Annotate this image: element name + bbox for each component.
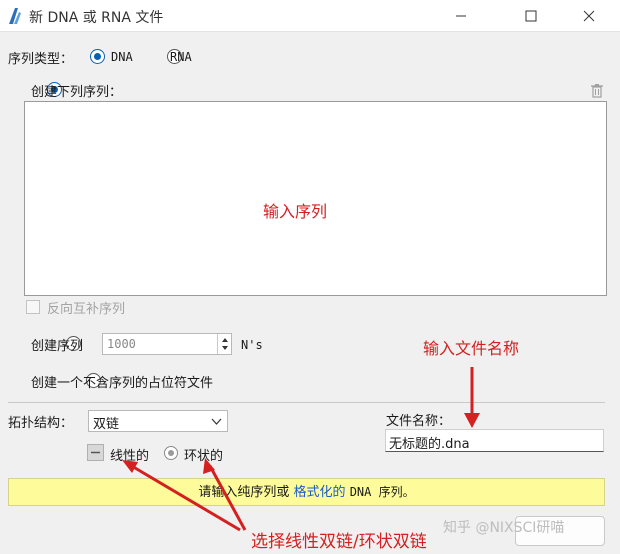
maximize-button[interactable] [508,0,554,32]
status-prefix: 请输入纯序列或 [198,485,290,500]
status-message: 请输入纯序列或 格式化的 DNA 序列。 [8,478,605,506]
linear-dash-icon [91,451,100,454]
radio-dna[interactable] [90,49,105,64]
linear-option-label: 线性的 [110,449,150,464]
sequence-type-label: 序列类型： [8,52,74,67]
reverse-complement-label: 反向互补序列 [47,302,126,317]
stepper-arrows[interactable] [217,334,231,354]
radio-rna-label: RNA [170,50,192,64]
topology-label: 拓扑结构： [8,416,74,431]
topology-selected-value: 双链 [93,417,120,432]
topology-select[interactable]: 双链 [88,410,228,432]
title-bar: 新 DNA 或 RNA 文件 [0,0,620,32]
window-title: 新 DNA 或 RNA 文件 [29,10,164,26]
n-unit-label: N's [241,338,263,352]
file-name-label: 文件名称： [386,414,452,429]
status-suffix: DNA 序列。 [349,485,415,499]
radio-dna-label: DNA [111,50,133,64]
create-n-label: 创建序列 [31,339,84,354]
close-icon [583,10,595,22]
create-below-label: 创建下列序列： [31,85,123,100]
arrow-to-filename [464,367,480,428]
n-count-stepper[interactable]: 1000 [102,333,232,355]
n-count-value: 1000 [107,337,136,351]
watermark: 知乎 @NIXSCI研喵 [443,520,565,536]
chevron-down-icon [211,418,222,425]
annotation-choose-topology: 选择线性双链/环状双链 [251,532,427,552]
maximize-icon [525,10,537,22]
minimize-button[interactable] [438,0,484,32]
reverse-complement-checkbox[interactable] [26,300,40,314]
circular-option-icon[interactable] [164,446,178,460]
snapgene-app-icon [9,8,21,24]
stepper-up-down-icon [222,338,228,350]
annotation-input-sequence: 输入序列 [263,202,328,221]
circular-option-label: 环状的 [184,449,224,464]
file-name-input[interactable]: 无标题的.dna [385,429,604,452]
status-format-link[interactable]: 格式化的 [294,485,346,500]
placeholder-label: 创建一个不含序列的占位符文件 [31,376,214,391]
linear-option-icon[interactable] [87,444,104,461]
annotation-input-filename: 输入文件名称 [423,339,520,358]
minimize-icon [456,15,466,17]
file-name-value: 无标题的.dna [389,437,470,452]
close-button[interactable] [566,0,612,32]
separator [8,402,605,403]
trash-icon[interactable] [590,83,604,99]
